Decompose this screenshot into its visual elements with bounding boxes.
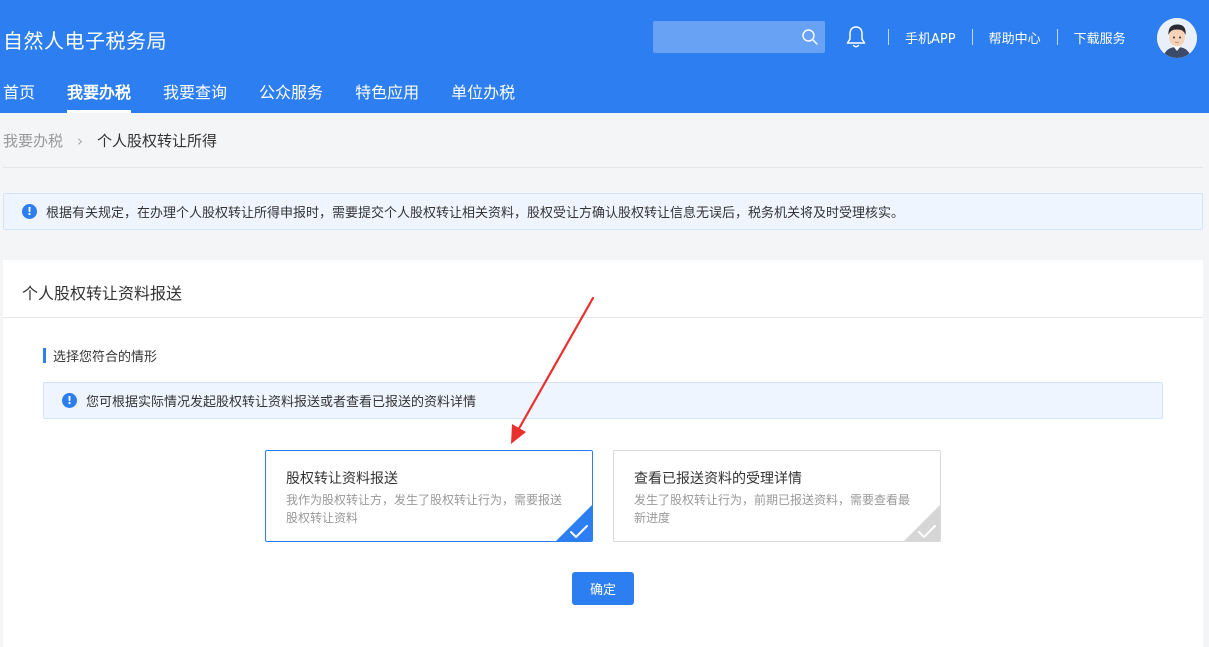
card-divider [3, 317, 1203, 318]
selection-tip: ! 您可根据实际情况发起股权转让资料报送或者查看已报送的资料详情 [43, 382, 1163, 419]
section-marker [43, 347, 46, 363]
nav-item-public-service[interactable]: 公众服务 [259, 80, 323, 113]
option-description: 我作为股权转让方，发生了股权转让行为，需要报送股权转让资料 [286, 493, 563, 525]
user-avatar[interactable] [1157, 18, 1197, 58]
breadcrumb: 我要办税 › 个人股权转让所得 [3, 130, 217, 151]
info-icon: ! [22, 204, 37, 219]
submission-card: 个人股权转让资料报送 选择您符合的情形 ! 您可根据实际情况发起股权转让资料报送… [3, 260, 1203, 647]
help-center-link[interactable]: 帮助中心 [973, 28, 1057, 47]
policy-notice: ! 根据有关规定，在办理个人股权转让所得申报时，需要提交个人股权转让相关资料，股… [3, 193, 1203, 230]
download-service-link[interactable]: 下载服务 [1058, 28, 1142, 47]
breadcrumb-current: 个人股权转让所得 [97, 132, 218, 150]
option-submit-materials[interactable]: 股权转让资料报送 我作为股权转让方，发生了股权转让行为，需要报送股权转让资料 [265, 450, 593, 542]
site-brand[interactable]: 自然人电子税务局 [3, 25, 167, 54]
section-title-text: 选择您符合的情形 [53, 349, 158, 365]
search-icon[interactable] [801, 28, 819, 46]
mobile-app-link[interactable]: 手机APP [889, 28, 972, 47]
nav-item-query[interactable]: 我要查询 [163, 80, 227, 113]
bell-icon[interactable] [845, 25, 867, 49]
avatar-icon [1157, 18, 1197, 58]
checkmark-icon [556, 505, 592, 541]
option-title: 股权转让资料报送 [286, 471, 398, 487]
section-title: 选择您符合的情形 [43, 347, 158, 365]
info-icon: ! [62, 393, 77, 408]
nav-item-special-apps[interactable]: 特色应用 [355, 80, 419, 113]
option-description: 发生了股权转让行为，前期已报送资料，需要查看最新进度 [634, 493, 911, 525]
option-view-acceptance-details[interactable]: 查看已报送资料的受理详情 发生了股权转让行为，前期已报送资料，需要查看最新进度 [613, 450, 941, 542]
header-links: 手机APP 帮助中心 下载服务 [888, 26, 1142, 48]
policy-notice-text: 根据有关规定，在办理个人股权转让所得申报时，需要提交个人股权转让相关资料，股权受… [46, 206, 905, 221]
main-nav: 首页 我要办税 我要查询 公众服务 特色应用 单位办税 [0, 80, 547, 113]
breadcrumb-divider [3, 167, 1203, 168]
selection-tip-text: 您可根据实际情况发起股权转让资料报送或者查看已报送的资料详情 [86, 395, 477, 410]
card-title: 个人股权转让资料报送 [22, 284, 183, 303]
nav-item-unit-tax[interactable]: 单位办税 [451, 80, 515, 113]
chevron-right-icon: › [77, 131, 84, 150]
option-title: 查看已报送资料的受理详情 [634, 471, 802, 487]
nav-item-home[interactable]: 首页 [3, 80, 35, 113]
breadcrumb-parent-link[interactable]: 我要办税 [3, 130, 63, 151]
checkmark-icon [904, 505, 940, 541]
search-input[interactable] [653, 21, 825, 53]
confirm-button[interactable]: 确定 [572, 572, 634, 605]
top-header: 自然人电子税务局 手机APP 帮助中心 下载服务 首页 我要办税 我要查询 公众… [0, 0, 1209, 113]
nav-item-tax-handling[interactable]: 我要办税 [67, 80, 132, 113]
